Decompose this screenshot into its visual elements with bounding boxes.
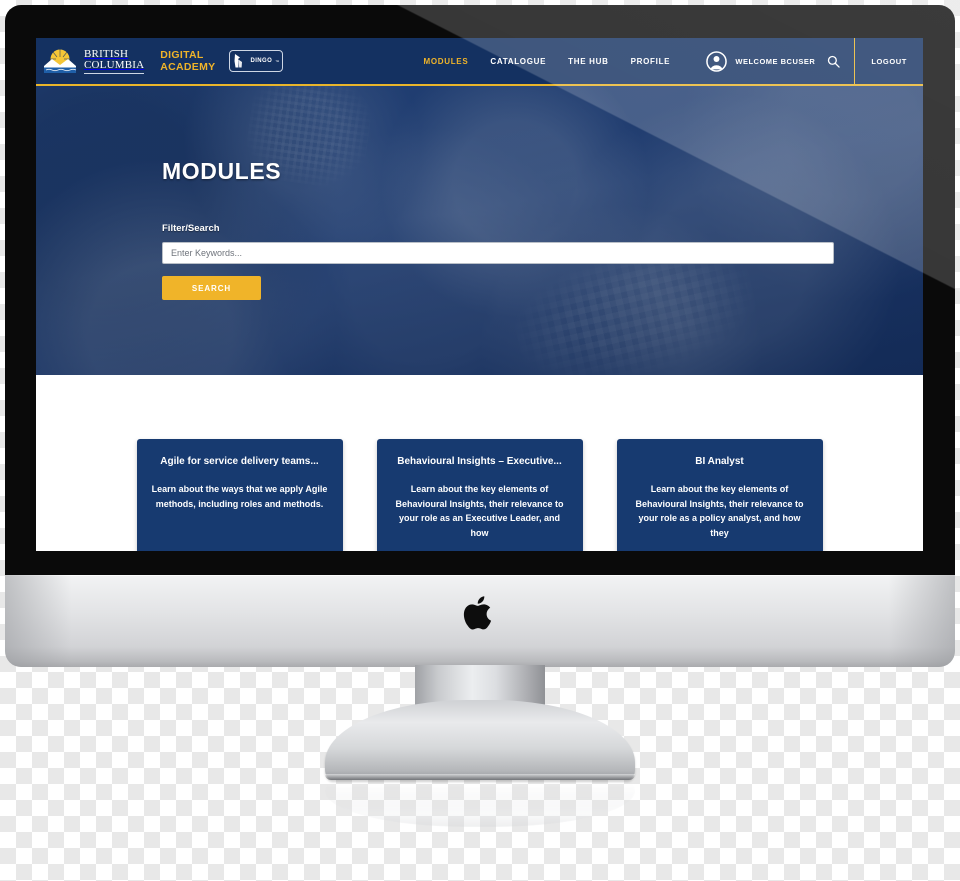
user-account-area: WELCOME BCUSER xyxy=(696,38,856,84)
monitor-screen: British Columbia DIGITAL ACADEMY DI xyxy=(36,38,923,551)
nav-item-catalogue[interactable]: CATALOGUE xyxy=(490,57,546,66)
dingo-trademark: ™ xyxy=(275,58,280,64)
dingo-dog-icon xyxy=(234,53,243,67)
hero-banner: MODULES Filter/Search SEARCH xyxy=(36,86,923,375)
module-card[interactable]: BI Analyst Learn about the key elements … xyxy=(616,439,823,551)
nav-item-profile[interactable]: PROFILE xyxy=(631,57,671,66)
logout-area: LOGOUT xyxy=(855,38,923,84)
module-card[interactable]: Behavioural Insights – Executive... Lear… xyxy=(376,439,583,551)
logout-button[interactable]: LOGOUT xyxy=(871,57,907,66)
search-icon[interactable] xyxy=(827,55,841,68)
header-user-group: WELCOME BCUSER LOGOUT xyxy=(696,38,923,84)
digital-academy-line1: DIGITAL xyxy=(160,49,204,61)
welcome-message: WELCOME BCUSER xyxy=(735,56,816,66)
webpage: British Columbia DIGITAL ACADEMY DI xyxy=(36,38,923,551)
bc-government-logo[interactable]: British Columbia xyxy=(42,48,145,74)
module-card-title: Agile for service delivery teams... xyxy=(160,456,319,467)
digital-academy-line2: ACADEMY xyxy=(160,61,216,73)
bc-logo-line2: Columbia xyxy=(84,59,145,71)
site-header: British Columbia DIGITAL ACADEMY DI xyxy=(36,38,923,86)
module-card-description: Learn about the key elements of Behaviou… xyxy=(395,484,564,538)
monitor-stand-reflection xyxy=(325,781,635,827)
hero-content: MODULES Filter/Search SEARCH xyxy=(36,86,923,300)
module-card[interactable]: Agile for service delivery teams... Lear… xyxy=(136,439,343,551)
module-card-title: Behavioural Insights – Executive... xyxy=(397,456,562,467)
monitor-stand-base xyxy=(325,700,635,780)
module-card-description: Learn about the ways that we apply Agile… xyxy=(151,484,328,509)
modules-results-section: Agile for service delivery teams... Lear… xyxy=(36,375,923,551)
filter-search-label: Filter/Search xyxy=(162,223,220,234)
bc-flag-icon xyxy=(44,49,77,73)
bc-logo-wordmark: British Columbia xyxy=(84,48,145,74)
module-card-title: BI Analyst xyxy=(695,456,744,467)
module-card-description: Learn about the key elements of Behaviou… xyxy=(635,484,804,538)
digital-academy-wordmark[interactable]: DIGITAL ACADEMY xyxy=(160,49,215,73)
module-card-list: Agile for service delivery teams... Lear… xyxy=(36,439,923,551)
imac-device: British Columbia DIGITAL ACADEMY DI xyxy=(0,0,960,881)
keyword-search-input[interactable] xyxy=(162,242,834,264)
main-navigation: MODULES CATALOGUE THE HUB PROFILE xyxy=(423,57,670,66)
user-avatar-icon[interactable] xyxy=(706,50,728,72)
brand-group: British Columbia DIGITAL ACADEMY DI xyxy=(36,48,284,74)
dingo-partner-logo[interactable]: DINGO ™ xyxy=(229,50,284,72)
search-button[interactable]: SEARCH xyxy=(162,276,261,300)
page-title: MODULES xyxy=(162,158,282,184)
nav-item-the-hub[interactable]: THE HUB xyxy=(568,57,608,66)
nav-item-modules[interactable]: MODULES xyxy=(423,57,468,66)
dingo-wordmark: DINGO xyxy=(250,58,273,64)
apple-logo-icon xyxy=(463,596,492,630)
